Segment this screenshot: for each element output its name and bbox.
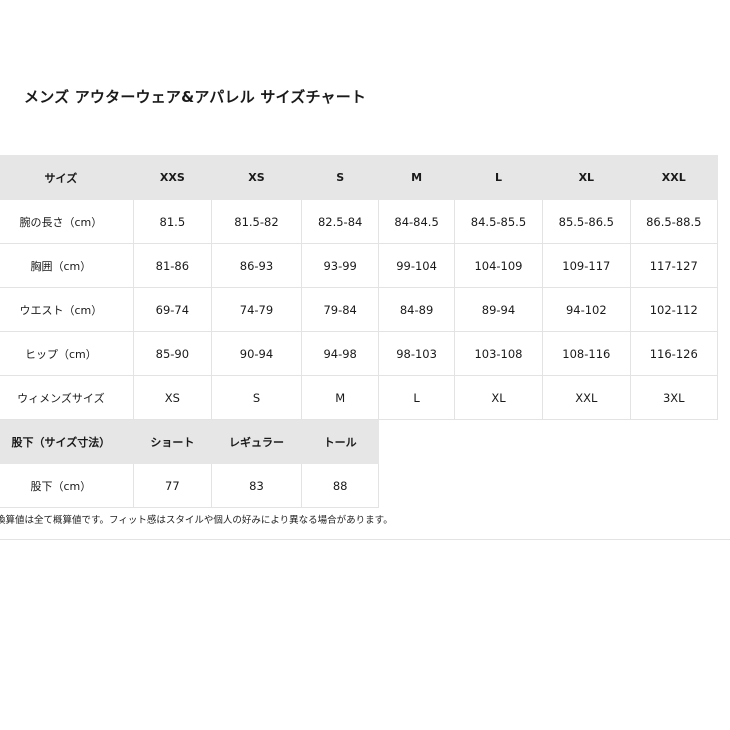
table-cell: 84-89: [378, 287, 455, 332]
header-cell: S: [300, 155, 380, 200]
table-cell: 81.5: [132, 199, 212, 244]
size-header-row: サイズ XXS XS S M L XL XXL: [0, 155, 719, 200]
table-cell: XL: [453, 375, 544, 420]
table-cell: 108-116: [542, 331, 631, 376]
row-label: ヒップ（cm）: [0, 331, 134, 376]
page-title: メンズ アウターウェア&アパレル サイズチャート: [24, 88, 367, 106]
table-cell: 103-108: [453, 331, 544, 376]
table-cell: L: [378, 375, 455, 420]
row-label: 腕の長さ（cm）: [0, 199, 134, 244]
empty-area: [378, 463, 718, 508]
table-cell: 83: [210, 463, 303, 508]
table-cell: 77: [132, 463, 212, 508]
table-cell: 69-74: [132, 287, 212, 332]
table-cell: 102-112: [629, 287, 719, 332]
table-row: ヒップ（cm） 85-90 90-94 94-98 98-103 103-108…: [0, 331, 719, 376]
table-row: ウィメンズサイズ XS S M L XL XXL 3XL: [0, 375, 719, 420]
table-cell: 82.5-84: [300, 199, 380, 244]
table-cell: 109-117: [542, 243, 631, 288]
table-cell: 89-94: [453, 287, 544, 332]
table-row: ウエスト（cm） 69-74 74-79 79-84 84-89 89-94 9…: [0, 287, 719, 332]
table-cell: 84-84.5: [378, 199, 455, 244]
table-cell: 84.5-85.5: [453, 199, 544, 244]
header-cell: XXS: [132, 155, 212, 200]
table-cell: 79-84: [300, 287, 380, 332]
table-row: 股下（cm） 77 83 88: [0, 463, 718, 508]
header-cell: XXL: [629, 155, 719, 200]
header-cell: 股下（サイズ寸法）: [0, 419, 134, 464]
table-cell: S: [210, 375, 303, 420]
header-cell: トール: [300, 419, 380, 464]
table-row: 胸囲（cm） 81-86 86-93 93-99 99-104 104-109 …: [0, 243, 719, 288]
table-cell: 94-98: [300, 331, 380, 376]
table-cell: 88: [300, 463, 380, 508]
header-cell: XS: [210, 155, 303, 200]
header-cell: XL: [542, 155, 631, 200]
table-cell: 81.5-82: [210, 199, 303, 244]
table-cell: 99-104: [378, 243, 455, 288]
table-cell: 86.5-88.5: [629, 199, 719, 244]
table-row: 腕の長さ（cm） 81.5 81.5-82 82.5-84 84-84.5 84…: [0, 199, 719, 244]
size-chart-table: サイズ XXS XS S M L XL XXL 腕の長さ（cm） 81.5 81…: [0, 155, 719, 508]
row-label: ウィメンズサイズ: [0, 375, 134, 420]
header-cell: M: [378, 155, 455, 200]
row-label: 股下（cm）: [0, 463, 134, 508]
disclaimer-note: 換算値は全て概算値です。フィット感はスタイルや個人の好みにより異なる場合がありま…: [0, 515, 393, 526]
table-cell: 86-93: [210, 243, 303, 288]
table-cell: 104-109: [453, 243, 544, 288]
table-cell: 98-103: [378, 331, 455, 376]
row-label: ウエスト（cm）: [0, 287, 134, 332]
table-cell: 93-99: [300, 243, 380, 288]
table-cell: 74-79: [210, 287, 303, 332]
inseam-header-row: 股下（サイズ寸法） ショート レギュラー トール: [0, 419, 718, 464]
table-cell: M: [300, 375, 380, 420]
table-cell: XXL: [542, 375, 631, 420]
table-cell: XS: [132, 375, 212, 420]
table-cell: 94-102: [542, 287, 631, 332]
table-cell: 116-126: [629, 331, 719, 376]
divider: [0, 539, 730, 540]
header-cell: ショート: [132, 419, 212, 464]
table-cell: 85-90: [132, 331, 212, 376]
header-cell: サイズ: [0, 155, 134, 200]
row-label: 胸囲（cm）: [0, 243, 134, 288]
empty-area: [378, 419, 718, 464]
size-chart-page: メンズ アウターウェア&アパレル サイズチャート サイズ XXS XS S M …: [0, 0, 730, 730]
table-cell: 90-94: [210, 331, 303, 376]
header-cell: レギュラー: [210, 419, 303, 464]
header-cell: L: [453, 155, 544, 200]
table-cell: 81-86: [132, 243, 212, 288]
table-cell: 117-127: [629, 243, 719, 288]
table-cell: 85.5-86.5: [542, 199, 631, 244]
table-cell: 3XL: [629, 375, 719, 420]
